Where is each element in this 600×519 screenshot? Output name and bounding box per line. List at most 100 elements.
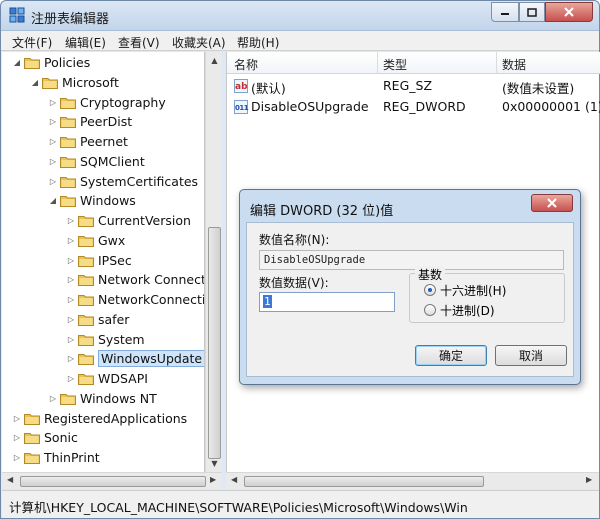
- folder-icon: [78, 294, 94, 306]
- tree-node[interactable]: ▷ WDSAPI: [66, 368, 148, 388]
- tree-node[interactable]: ▷ safer: [66, 309, 129, 329]
- ok-button[interactable]: 确定: [415, 345, 487, 366]
- tree-node[interactable]: ◢ Policies: [12, 52, 90, 72]
- folder-icon: [60, 176, 76, 188]
- expand-arrow-icon[interactable]: ▷: [48, 394, 58, 403]
- radio-decimal[interactable]: [424, 304, 436, 316]
- value-type: REG_DWORD: [383, 99, 466, 114]
- expand-arrow-icon[interactable]: ▷: [66, 374, 76, 383]
- tree-node[interactable]: ▷ NetworkConnectiv: [66, 289, 205, 309]
- column-name-header[interactable]: 名称: [234, 56, 258, 73]
- menu-file[interactable]: 文件(F): [12, 34, 52, 51]
- scroll-right-arrow-icon[interactable]: ▶: [210, 475, 216, 484]
- cancel-button[interactable]: 取消: [495, 345, 567, 366]
- registry-editor-window: 注册表编辑器 文件(F) 编辑(E) 查看(V) 收藏夹(A) 帮助(H) ◢ P…: [0, 0, 600, 519]
- expand-arrow-icon[interactable]: ▷: [48, 157, 58, 166]
- tree-node[interactable]: ▷ IPSec: [66, 250, 132, 270]
- radio-hex-label[interactable]: 十六进制(H): [440, 282, 506, 299]
- tree-node[interactable]: ▷ PeerDist: [48, 111, 132, 131]
- menu-view[interactable]: 查看(V): [118, 34, 160, 51]
- scroll-left-arrow-icon[interactable]: ◀: [7, 475, 13, 484]
- tree-node-label: Cryptography: [80, 94, 166, 110]
- tree-node[interactable]: ▷ SystemCertificates: [48, 171, 198, 191]
- tree-node[interactable]: ▷ CurrentVersion: [66, 210, 191, 230]
- minimize-button[interactable]: [491, 2, 519, 22]
- window-title: 注册表编辑器: [31, 12, 110, 27]
- collapse-arrow-icon[interactable]: ◢: [30, 78, 40, 87]
- expand-arrow-icon[interactable]: ▷: [66, 275, 76, 284]
- expand-arrow-icon[interactable]: ▷: [48, 98, 58, 107]
- tree-node[interactable]: ▷ Network Connecti: [66, 269, 204, 289]
- expand-arrow-icon[interactable]: ▷: [12, 453, 22, 462]
- tree-node-label: WindowsUpdate: [98, 349, 204, 367]
- expand-arrow-icon[interactable]: ▷: [66, 216, 76, 225]
- scroll-right-arrow-icon[interactable]: ▶: [586, 475, 592, 484]
- title-bar[interactable]: 注册表编辑器: [1, 1, 599, 31]
- tree-vertical-scrollbar[interactable]: ▲ ▼: [205, 52, 222, 472]
- tree-node-label: NetworkConnectiv: [98, 291, 205, 307]
- collapse-arrow-icon[interactable]: ◢: [48, 196, 58, 205]
- radio-decimal-label[interactable]: 十进制(D): [440, 302, 495, 319]
- expand-arrow-icon[interactable]: ▷: [66, 236, 76, 245]
- expand-arrow-icon[interactable]: ▷: [66, 256, 76, 265]
- menu-edit[interactable]: 编辑(E): [65, 34, 106, 51]
- expand-arrow-icon[interactable]: ▷: [48, 117, 58, 126]
- close-icon: [547, 198, 557, 208]
- maximize-button[interactable]: [519, 2, 545, 22]
- tree-node[interactable]: ◢ Windows: [48, 190, 136, 210]
- scroll-down-arrow-icon[interactable]: ▼: [206, 455, 223, 472]
- close-button[interactable]: [545, 2, 593, 22]
- expand-arrow-icon[interactable]: ▷: [66, 295, 76, 304]
- tree-node[interactable]: ▷ System: [66, 329, 145, 349]
- collapse-arrow-icon[interactable]: ◢: [12, 58, 22, 67]
- folder-icon: [78, 274, 94, 286]
- tree-node[interactable]: ▷ Sonic: [12, 427, 78, 447]
- tree-horizontal-scrollbar[interactable]: ◀ ▶: [2, 472, 222, 489]
- tree-node[interactable]: ▷ WindowsUpdate: [66, 348, 204, 368]
- folder-icon: [60, 156, 76, 168]
- list-row[interactable]: 011 DisableOSUpgrade REG_DWORD 0x0000000…: [227, 97, 600, 117]
- expand-arrow-icon[interactable]: ▷: [48, 177, 58, 186]
- expand-arrow-icon[interactable]: ▷: [66, 354, 76, 363]
- tree-node[interactable]: ▷ Peernet: [48, 131, 128, 151]
- scroll-left-arrow-icon[interactable]: ◀: [231, 475, 237, 484]
- tree-node[interactable]: ▷ ThinPrint: [12, 447, 100, 467]
- menu-favorites[interactable]: 收藏夹(A): [172, 34, 226, 51]
- column-divider[interactable]: [377, 52, 378, 74]
- expand-arrow-icon[interactable]: ▷: [48, 137, 58, 146]
- list-horizontal-scrollbar[interactable]: ◀ ▶: [226, 472, 599, 489]
- scroll-thumb[interactable]: [20, 476, 206, 487]
- expand-arrow-icon[interactable]: ▷: [12, 414, 22, 423]
- list-row[interactable]: ab (默认) REG_SZ (数值未设置): [227, 76, 600, 96]
- string-value-icon: ab: [234, 79, 248, 93]
- tree-node-label: Windows NT: [80, 390, 157, 406]
- tree-node-label: Gwx: [98, 232, 126, 248]
- folder-icon: [78, 235, 94, 247]
- folder-icon: [78, 255, 94, 267]
- expand-arrow-icon[interactable]: ▷: [12, 433, 22, 442]
- tree-node[interactable]: ◢ Microsoft: [30, 72, 119, 92]
- tree-node[interactable]: ▷ SQMClient: [48, 151, 145, 171]
- folder-icon: [60, 393, 76, 405]
- tree-node[interactable]: ▷ Gwx: [66, 230, 125, 250]
- tree-node-label: System: [98, 331, 145, 347]
- value-data-input[interactable]: 1: [259, 292, 395, 312]
- menu-help[interactable]: 帮助(H): [237, 34, 279, 51]
- scroll-thumb[interactable]: [244, 476, 484, 487]
- column-data-header[interactable]: 数据: [502, 56, 526, 73]
- scroll-up-arrow-icon[interactable]: ▲: [206, 52, 223, 69]
- tree-node-label: PeerDist: [80, 113, 133, 129]
- expand-arrow-icon[interactable]: ▷: [66, 315, 76, 324]
- tree-node[interactable]: ▷ Windows NT: [48, 388, 157, 408]
- folder-icon: [42, 77, 58, 89]
- expand-arrow-icon[interactable]: ▷: [66, 335, 76, 344]
- scroll-thumb[interactable]: [208, 227, 221, 459]
- tree-node-label: CurrentVersion: [98, 212, 191, 228]
- radio-hex[interactable]: [424, 284, 436, 296]
- tree-node[interactable]: ▷ Cryptography: [48, 92, 166, 112]
- status-bar: 计算机\HKEY_LOCAL_MACHINE\SOFTWARE\Policies…: [2, 490, 599, 518]
- column-type-header[interactable]: 类型: [383, 56, 407, 73]
- dialog-close-button[interactable]: [531, 194, 573, 212]
- column-divider[interactable]: [496, 52, 497, 74]
- tree-node[interactable]: ▷ RegisteredApplications: [12, 408, 187, 428]
